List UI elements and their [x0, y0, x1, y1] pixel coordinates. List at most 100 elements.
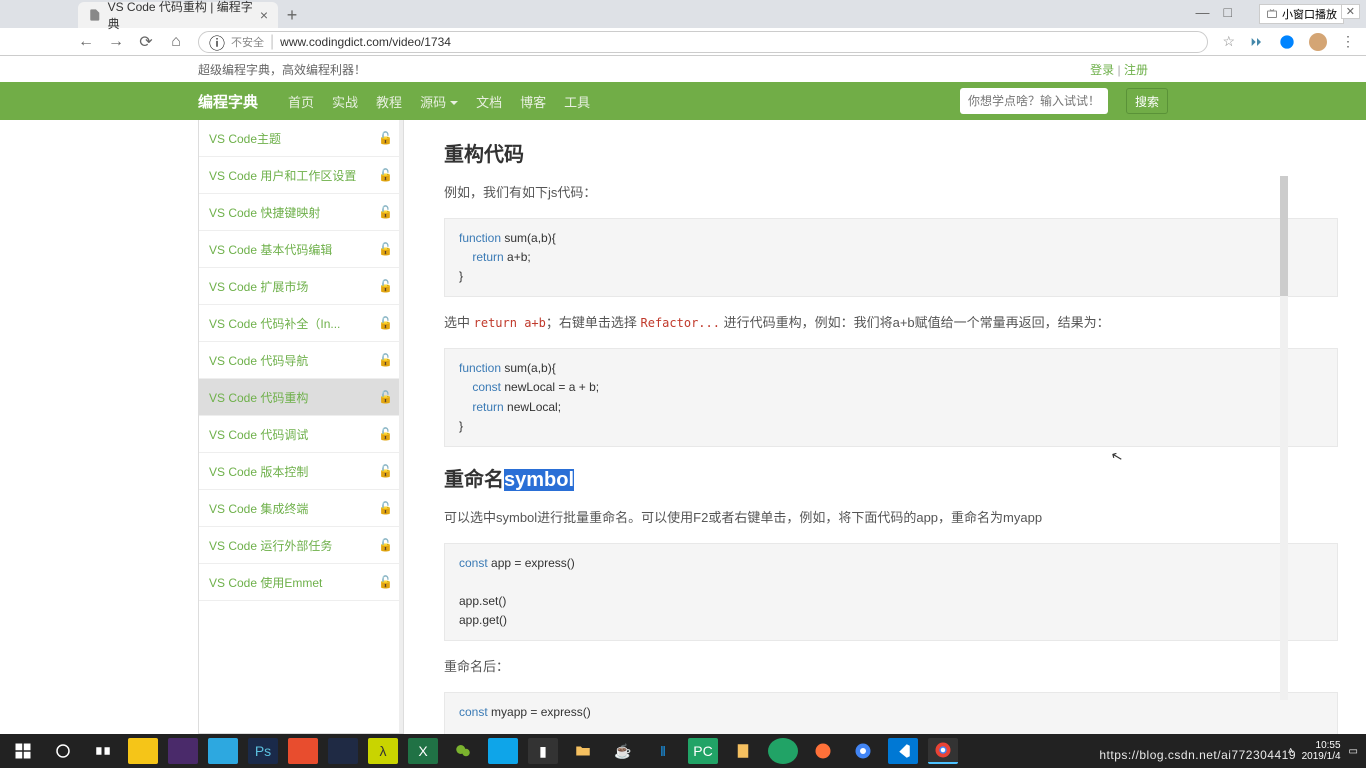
firefox-icon[interactable]: [808, 738, 838, 764]
search-input[interactable]: [960, 88, 1108, 114]
messenger-icon[interactable]: [1279, 34, 1295, 50]
home-button[interactable]: ⌂: [168, 33, 184, 51]
sidebar-item-label: VS Code 代码重构: [209, 389, 308, 406]
paragraph: 例如，我们有如下js代码：: [444, 183, 1338, 204]
sidebar-item[interactable]: VS Code主题 🔓: [199, 120, 403, 157]
system-tray[interactable]: ˄ 10:55 2019/1/4 ▭: [1288, 740, 1358, 762]
login-link[interactable]: 登录: [1090, 63, 1114, 77]
wechat-icon[interactable]: [448, 738, 478, 764]
taskbar: Ps λ X ▮ ☕ ‖ PC ˄ 10:55 2019/1/4 ▭ https…: [0, 734, 1366, 768]
forward-button[interactable]: →: [108, 33, 124, 51]
sidebar-item[interactable]: VS Code 版本控制🔓: [199, 453, 403, 490]
nav-tools[interactable]: 工具: [564, 92, 590, 111]
app-icon[interactable]: ☕: [608, 738, 638, 764]
folder-icon[interactable]: [568, 738, 598, 764]
page-top-bar: 超级编程字典，高效编程利器！ 登录 | 注册: [0, 56, 1366, 82]
unlock-icon: 🔓: [378, 242, 393, 256]
inline-code: return a+b: [474, 316, 546, 330]
tv-icon: [1266, 8, 1278, 20]
brand[interactable]: 编程字典: [198, 91, 258, 112]
sidebar-item-label: VS Code 代码补全（In...: [209, 315, 340, 332]
pip-close-button[interactable]: ✕: [1341, 4, 1360, 19]
sidebar-item[interactable]: VS Code 基本代码编辑🔓: [199, 231, 403, 268]
notepad-icon[interactable]: [728, 738, 758, 764]
terminal-icon[interactable]: ▮: [528, 738, 558, 764]
address-bar: ← → ⟳ ⌂ ⓘ 不安全 | www.codingdict.com/video…: [0, 28, 1366, 56]
vscode-icon[interactable]: [888, 738, 918, 764]
notifications-icon[interactable]: ▭: [1349, 746, 1358, 757]
article: 重构代码 例如，我们有如下js代码： function sum(a,b){ re…: [404, 120, 1366, 734]
scrollbar-thumb[interactable]: [1280, 176, 1288, 296]
app-icon[interactable]: [288, 738, 318, 764]
register-link[interactable]: 注册: [1124, 63, 1148, 77]
unlock-icon: 🔓: [378, 316, 393, 330]
chrome-active-icon[interactable]: [928, 738, 958, 764]
new-tab-button[interactable]: +: [278, 2, 306, 28]
sidebar-item[interactable]: VS Code 使用Emmet🔓: [199, 564, 403, 601]
auth-links: 登录 | 注册: [1090, 61, 1148, 78]
info-icon: ⓘ: [209, 30, 225, 54]
excel-icon[interactable]: X: [408, 738, 438, 764]
clock[interactable]: 10:55 2019/1/4: [1302, 740, 1341, 762]
bookmark-icon[interactable]: ☆: [1222, 33, 1235, 50]
search-button[interactable]: 搜索: [1126, 88, 1168, 114]
code-block-4: const myapp = express() myapp.set() myap…: [444, 692, 1338, 734]
app-icon[interactable]: [128, 738, 158, 764]
sidebar-item-label: VS Code 快捷键映射: [209, 204, 320, 221]
sidebar-item[interactable]: VS Code 运行外部任务🔓: [199, 527, 403, 564]
app-icon[interactable]: [328, 738, 358, 764]
taskview-icon[interactable]: [88, 738, 118, 764]
sidebar-item[interactable]: VS Code 快捷键映射🔓: [199, 194, 403, 231]
nav-docs[interactable]: 文档: [476, 92, 502, 111]
nav-tutorial[interactable]: 教程: [376, 92, 402, 111]
chrome-icon[interactable]: [848, 738, 878, 764]
nav-blog[interactable]: 博客: [520, 92, 546, 111]
cortana-icon[interactable]: [48, 738, 78, 764]
sidebar-item[interactable]: VS Code 代码调试🔓: [199, 416, 403, 453]
minimize-button[interactable]: —: [1196, 4, 1210, 20]
code-block-3: const app = express() app.set() app.get(…: [444, 543, 1338, 642]
pycharm-icon[interactable]: PC: [688, 738, 718, 764]
scrollbar[interactable]: [1280, 176, 1288, 700]
nav-practice[interactable]: 实战: [332, 92, 358, 111]
photoshop-icon[interactable]: Ps: [248, 738, 278, 764]
slogan: 超级编程字典，高效编程利器！: [198, 61, 366, 78]
app-icon[interactable]: λ: [368, 738, 398, 764]
sidebar-item-label: VS Code 用户和工作区设置: [209, 167, 356, 184]
maximize-button[interactable]: □: [1224, 4, 1232, 20]
sidebar-item[interactable]: VS Code 集成终端🔓: [199, 490, 403, 527]
sidebar-item[interactable]: VS Code 扩展市场🔓: [199, 268, 403, 305]
sidebar-item[interactable]: VS Code 代码导航🔓: [199, 342, 403, 379]
pip-label: 小窗口播放: [1282, 6, 1337, 22]
browser-tab[interactable]: VS Code 代码重构 | 编程字典 ×: [78, 2, 278, 28]
app-icon[interactable]: [768, 738, 798, 764]
tab-close-icon[interactable]: ×: [260, 7, 268, 23]
eclipse-icon[interactable]: [168, 738, 198, 764]
menu-icon[interactable]: ⋮: [1341, 33, 1356, 50]
profile-avatar[interactable]: [1309, 33, 1327, 51]
pip-badge[interactable]: 小窗口播放: [1259, 4, 1344, 24]
start-button[interactable]: [8, 738, 38, 764]
unlock-icon: 🔓: [378, 353, 393, 367]
app-icon[interactable]: [208, 738, 238, 764]
sidebar-item-label: VS Code主题: [209, 130, 281, 147]
app-icon[interactable]: ‖: [648, 738, 678, 764]
sidebar-item-label: VS Code 扩展市场: [209, 278, 308, 295]
security-warning: 不安全: [231, 34, 264, 50]
unlock-icon: 🔓: [378, 131, 393, 145]
sidebar-item[interactable]: VS Code 代码重构 🔓: [199, 379, 403, 416]
sidebar-item-label: VS Code 集成终端: [209, 500, 308, 517]
back-button[interactable]: ←: [78, 33, 94, 51]
url-box[interactable]: ⓘ 不安全 | www.codingdict.com/video/1734: [198, 31, 1208, 53]
nav-home[interactable]: 首页: [288, 92, 314, 111]
tab-strip: VS Code 代码重构 | 编程字典 × + — □ 小窗口播放 ✕: [0, 0, 1366, 28]
reload-button[interactable]: ⟳: [138, 32, 154, 52]
paragraph: 选中 return a+b；右键单击选择 Refactor... 进行代码重构，…: [444, 313, 1338, 334]
extension-icon[interactable]: [1249, 34, 1265, 50]
sidebar-item[interactable]: VS Code 代码补全（In... 🔓: [199, 305, 403, 342]
nav-source[interactable]: 源码: [420, 92, 458, 111]
sidebar-item[interactable]: VS Code 用户和工作区设置🔓: [199, 157, 403, 194]
app-icon[interactable]: [488, 738, 518, 764]
unlock-icon: 🔓: [378, 390, 393, 404]
window-controls: — □: [1196, 4, 1232, 20]
